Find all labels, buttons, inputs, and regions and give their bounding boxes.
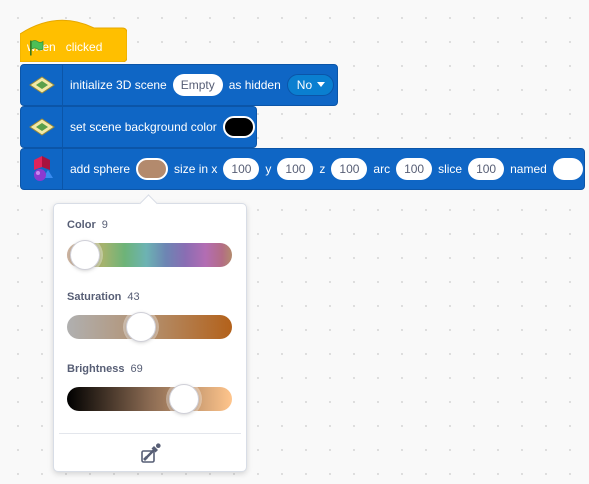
slice-input[interactable]: 100 [468, 158, 505, 180]
color-value: 9 [101, 219, 108, 231]
brightness-label: Brightness [67, 363, 125, 375]
saturation-slider-knob[interactable] [125, 312, 156, 342]
block-icon-cell [21, 149, 63, 189]
size-z-input[interactable]: 100 [331, 158, 368, 180]
clicked-label: clicked [65, 40, 103, 54]
size-y-input[interactable]: 100 [277, 158, 314, 180]
brightness-slider-label: Brightness 69 [67, 363, 143, 375]
arc-label: arc [373, 162, 391, 176]
add-sphere-label: add sphere [70, 162, 131, 176]
3d-shapes-icon [33, 156, 53, 181]
size-x-input[interactable]: 100 [223, 158, 260, 180]
saturation-value: 43 [127, 291, 140, 303]
color-picker-popup: Color 9 Saturation 43 Brightness 69 [53, 194, 247, 472]
3d-extension-icon [28, 76, 55, 94]
color-slider[interactable] [67, 240, 232, 270]
hidden-dropdown-value: No [296, 78, 313, 92]
saturation-label: Saturation [67, 291, 122, 303]
popup-divider [59, 433, 241, 434]
block-icon-cell [21, 107, 63, 147]
z-label: z [319, 162, 326, 176]
dropdown-arrow-icon [317, 82, 326, 87]
named-label: named [510, 162, 547, 176]
y-label: y [265, 162, 272, 176]
set-background-label: set scene background color [70, 120, 217, 134]
color-slider-knob[interactable] [69, 240, 100, 270]
popup-pointer [139, 194, 158, 213]
when-flag-clicked-block[interactable]: when clicked [20, 16, 127, 62]
saturation-slider[interactable] [67, 312, 232, 342]
3d-extension-icon [28, 118, 55, 136]
color-slider-label: Color 9 [67, 219, 108, 231]
arc-input[interactable]: 100 [396, 158, 433, 180]
block-icon-cell [21, 65, 63, 105]
background-color-swatch[interactable] [222, 116, 255, 138]
set-background-color-block[interactable]: set scene background color [20, 106, 257, 148]
add-sphere-block[interactable]: add sphere size in x 100 y 100 z 100 arc… [20, 148, 585, 190]
initialize-scene-label: initialize 3D scene [70, 78, 167, 92]
brightness-value: 69 [130, 363, 143, 375]
sphere-name-input[interactable] [552, 158, 583, 180]
scene-name-input[interactable]: Empty [172, 74, 223, 96]
initialize-scene-block[interactable]: initialize 3D scene Empty as hidden No [20, 64, 338, 106]
hidden-dropdown[interactable]: No [286, 74, 335, 96]
color-label: Color [67, 219, 96, 231]
brightness-slider[interactable] [67, 384, 232, 414]
brightness-slider-knob[interactable] [168, 384, 199, 414]
size-in-x-label: size in x [174, 162, 218, 176]
as-hidden-label: as hidden [228, 78, 281, 92]
sphere-color-swatch[interactable] [136, 158, 169, 180]
saturation-slider-label: Saturation 43 [67, 291, 140, 303]
slice-label: slice [438, 162, 463, 176]
eyedropper-icon[interactable] [140, 442, 162, 464]
